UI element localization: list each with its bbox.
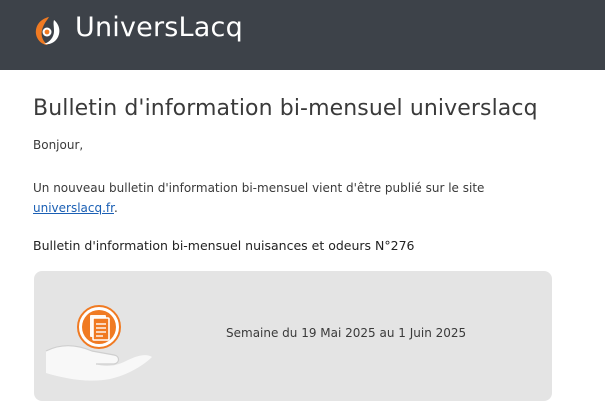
week-range-text: Semaine du 19 Mai 2025 au 1 Juin 2025: [226, 326, 467, 340]
greeting-text: Bonjour,: [33, 138, 84, 152]
page-title: Bulletin d'information bi-mensuel univer…: [33, 96, 538, 121]
bulletin-card[interactable]: Semaine du 19 Mai 2025 au 1 Juin 2025: [34, 271, 552, 401]
link-suffix: .: [114, 201, 118, 215]
bulletin-title: Bulletin d'information bi-mensuel nuisan…: [33, 238, 415, 253]
brand-name[interactable]: UniversLacq: [75, 12, 243, 43]
intro-text: Un nouveau bulletin d'information bi-men…: [33, 181, 485, 195]
intro-paragraph: Un nouveau bulletin d'information bi-men…: [33, 178, 573, 218]
universlacq-logo-icon: [35, 17, 60, 45]
universlacq-link[interactable]: universlacq.fr: [33, 201, 114, 215]
app-header: UniversLacq: [0, 0, 605, 70]
document-hand-icon: [45, 305, 152, 381]
